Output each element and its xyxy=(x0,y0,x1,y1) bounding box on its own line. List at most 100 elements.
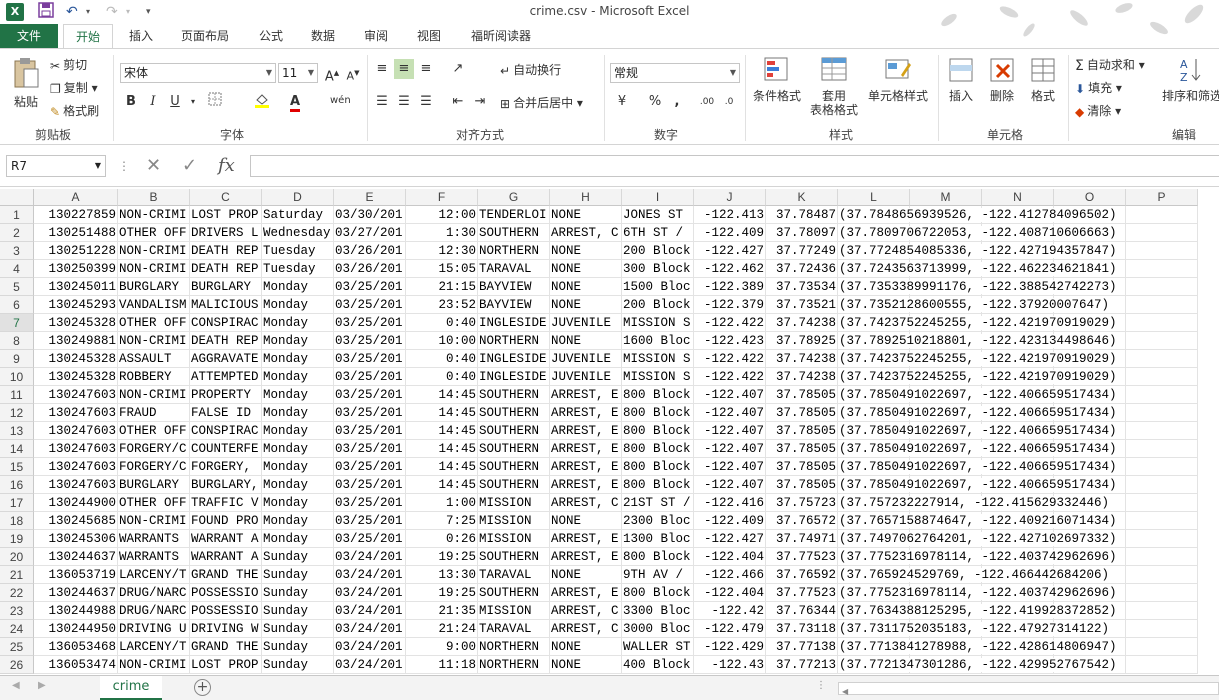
cell-l[interactable]: (37.7850491022697, -122.406659517434) xyxy=(838,476,1119,494)
row-header[interactable]: 18 xyxy=(0,512,34,530)
cell-e[interactable]: 03/26/201 xyxy=(334,260,406,278)
cell-c[interactable]: GRAND THE xyxy=(190,638,262,656)
cell-j[interactable]: -122.423 xyxy=(694,332,766,350)
cell-h[interactable]: JUVENILE xyxy=(550,368,622,386)
row-header[interactable]: 24 xyxy=(0,620,34,638)
cell-i[interactable]: MISSION S xyxy=(622,314,694,332)
cell-a[interactable]: 130244637 xyxy=(34,548,118,566)
cell-e[interactable]: 03/25/201 xyxy=(334,422,406,440)
wrap-text-button[interactable]: ↵ 自动换行 xyxy=(500,61,561,78)
cell-l[interactable]: (37.7423752245255, -122.421970919029) xyxy=(838,368,1119,386)
font-color-icon[interactable]: A xyxy=(285,92,305,112)
cell-f[interactable]: 15:05 xyxy=(406,260,478,278)
cell-j[interactable]: -122.409 xyxy=(694,224,766,242)
cell-e[interactable]: 03/25/201 xyxy=(334,296,406,314)
number-format-select[interactable]: 常规 ▼ xyxy=(610,63,740,83)
cell-b[interactable]: VANDALISM xyxy=(118,296,190,314)
cell-e[interactable]: 03/25/201 xyxy=(334,440,406,458)
column-header-f[interactable]: F xyxy=(406,189,478,206)
column-header-k[interactable]: K xyxy=(766,189,838,206)
cell-b[interactable]: WARRANTS xyxy=(118,548,190,566)
cell-p[interactable] xyxy=(1126,476,1198,494)
cell-p[interactable] xyxy=(1126,494,1198,512)
cell-p[interactable] xyxy=(1126,242,1198,260)
cell-g[interactable]: INGLESIDE xyxy=(478,314,550,332)
cell-j[interactable]: -122.407 xyxy=(694,422,766,440)
row-header[interactable]: 23 xyxy=(0,602,34,620)
cell-i[interactable]: 6TH ST / xyxy=(622,224,694,242)
cell-f[interactable]: 12:00 xyxy=(406,206,478,224)
cell-g[interactable]: NORTHERN xyxy=(478,242,550,260)
cell-c[interactable]: ATTEMPTED xyxy=(190,368,262,386)
cell-j[interactable]: -122.416 xyxy=(694,494,766,512)
cell-c[interactable]: DEATH REP xyxy=(190,332,262,350)
cell-a[interactable]: 130245328 xyxy=(34,350,118,368)
tab-page-layout[interactable]: 页面布局 xyxy=(172,24,238,49)
sheet-tab-crime[interactable]: crime xyxy=(100,676,162,700)
row-header[interactable]: 2 xyxy=(0,224,34,242)
cell-g[interactable]: BAYVIEW xyxy=(478,278,550,296)
cell-j[interactable]: -122.407 xyxy=(694,476,766,494)
cell-i[interactable]: 400 Block xyxy=(622,656,694,674)
cell-c[interactable]: LOST PROP xyxy=(190,206,262,224)
cell-b[interactable]: ASSAULT xyxy=(118,350,190,368)
cell-p[interactable] xyxy=(1126,512,1198,530)
underline-button[interactable]: U xyxy=(165,92,185,112)
cell-d[interactable]: Monday xyxy=(262,350,334,368)
cell-h[interactable]: NONE xyxy=(550,566,622,584)
cell-f[interactable]: 9:00 xyxy=(406,638,478,656)
clear-button[interactable]: ◆ 清除 ▾ xyxy=(1075,102,1121,119)
cell-k[interactable]: 37.74238 xyxy=(766,368,838,386)
cell-k[interactable]: 37.72436 xyxy=(766,260,838,278)
cell-h[interactable]: JUVENILE xyxy=(550,314,622,332)
cell-l[interactable]: (37.7809706722053, -122.408710606663) xyxy=(838,224,1119,242)
cell-k[interactable]: 37.74971 xyxy=(766,530,838,548)
cell-l[interactable]: (37.7752316978114, -122.403742962696) xyxy=(838,584,1119,602)
format-painter-button[interactable]: ✎ 格式刷 xyxy=(50,102,99,119)
cell-d[interactable]: Monday xyxy=(262,278,334,296)
tab-insert[interactable]: 插入 xyxy=(120,24,162,49)
cell-h[interactable]: NONE xyxy=(550,296,622,314)
cell-f[interactable]: 11:18 xyxy=(406,656,478,674)
insert-function-icon[interactable]: fx xyxy=(218,154,235,178)
row-header[interactable]: 5 xyxy=(0,278,34,296)
align-left-icon[interactable]: ☰ xyxy=(372,92,392,112)
cell-d[interactable]: Monday xyxy=(262,530,334,548)
autosum-button[interactable]: Σ 自动求和 ▾ xyxy=(1075,56,1145,74)
cell-d[interactable]: Monday xyxy=(262,422,334,440)
cell-c[interactable]: MALICIOUS xyxy=(190,296,262,314)
insert-cells-button[interactable]: 插入 xyxy=(942,55,980,103)
column-header-m[interactable]: M xyxy=(910,189,982,206)
cell-j[interactable]: -122.404 xyxy=(694,548,766,566)
cell-k[interactable]: 37.78505 xyxy=(766,458,838,476)
cell-e[interactable]: 03/24/201 xyxy=(334,584,406,602)
fill-color-icon[interactable] xyxy=(252,92,272,112)
decrease-font-icon[interactable]: A▼ xyxy=(343,63,363,83)
cell-i[interactable]: JONES ST xyxy=(622,206,694,224)
tab-foxit-reader[interactable]: 福昕阅读器 xyxy=(462,24,540,49)
cell-g[interactable]: INGLESIDE xyxy=(478,368,550,386)
cell-f[interactable]: 14:45 xyxy=(406,440,478,458)
cell-e[interactable]: 03/25/201 xyxy=(334,404,406,422)
borders-icon[interactable] xyxy=(205,92,225,112)
column-header-p[interactable]: P xyxy=(1126,189,1198,206)
conditional-formatting-button[interactable]: 条件格式 xyxy=(748,55,806,103)
cell-a[interactable]: 130244950 xyxy=(34,620,118,638)
cell-d[interactable]: Sunday xyxy=(262,566,334,584)
column-header-n[interactable]: N xyxy=(982,189,1054,206)
cell-j[interactable]: -122.422 xyxy=(694,368,766,386)
cell-l[interactable]: (37.7353389991176, -122.388542742273) xyxy=(838,278,1119,296)
horizontal-scrollbar[interactable]: ◀ xyxy=(838,682,1219,696)
cell-j[interactable]: -122.427 xyxy=(694,530,766,548)
cell-e[interactable]: 03/25/201 xyxy=(334,386,406,404)
cell-f[interactable]: 21:35 xyxy=(406,602,478,620)
cell-d[interactable]: Sunday xyxy=(262,602,334,620)
cell-a[interactable]: 130244900 xyxy=(34,494,118,512)
row-header[interactable]: 4 xyxy=(0,260,34,278)
cell-p[interactable] xyxy=(1126,530,1198,548)
cell-i[interactable]: 21ST ST / xyxy=(622,494,694,512)
cell-c[interactable]: AGGRAVATE xyxy=(190,350,262,368)
cell-d[interactable]: Tuesday xyxy=(262,260,334,278)
cell-e[interactable]: 03/25/201 xyxy=(334,368,406,386)
increase-indent-icon[interactable]: ⇥ xyxy=(470,92,490,112)
